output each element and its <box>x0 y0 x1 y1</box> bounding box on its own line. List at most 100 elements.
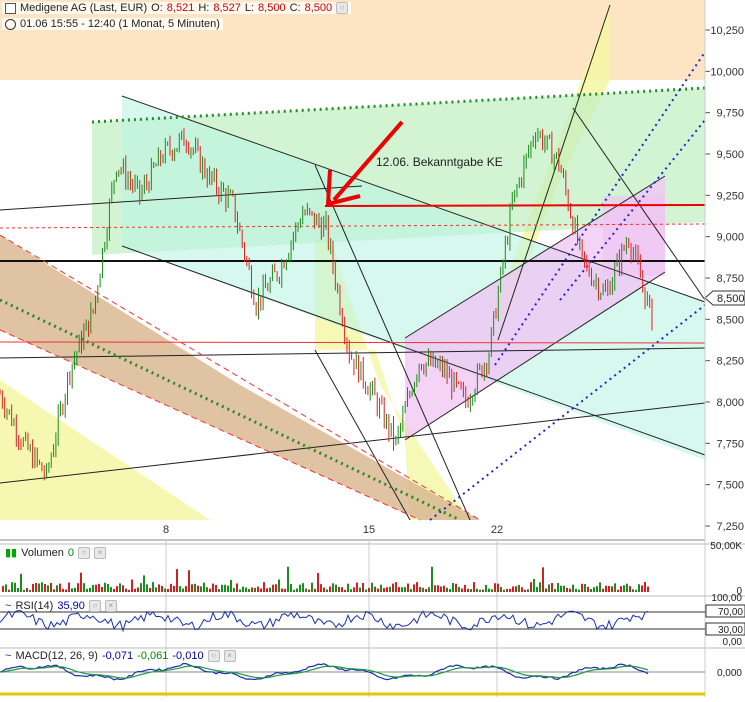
volume-bar <box>575 588 577 592</box>
volume-bar <box>620 586 622 592</box>
volume-bar <box>209 588 211 592</box>
volume-bar <box>2 585 4 592</box>
volume-bar <box>608 586 610 592</box>
chart-type-icon[interactable] <box>5 2 16 14</box>
volume-bar <box>371 582 373 592</box>
macd-value: -0,071 <box>101 650 134 662</box>
volume-bar <box>122 585 124 592</box>
volume-bar <box>110 587 112 592</box>
high-value: 8,527 <box>213 2 241 14</box>
volume-bar <box>71 588 73 592</box>
volume-bar <box>578 589 580 592</box>
volume-bar <box>491 589 493 592</box>
volume-bar <box>611 586 613 592</box>
volume-bar <box>215 584 217 592</box>
chart-canvas: 12.06. Bekanntgabe KE 10,250 10,000 9,750 9… <box>0 0 745 697</box>
macd-close-icon[interactable]: × <box>223 650 236 662</box>
volume-bar <box>602 588 604 592</box>
volume-scale-top: 50,00K <box>710 541 742 552</box>
volume-bar <box>515 586 517 592</box>
volume-bar <box>170 583 172 592</box>
volume-bar <box>458 586 460 592</box>
volume-bar <box>581 583 583 592</box>
rsi-level-0-label: 0,00 <box>723 637 743 648</box>
volume-bar <box>641 585 643 592</box>
volume-bar <box>260 588 262 592</box>
volume-bar <box>53 589 55 592</box>
volume-bar <box>437 585 439 592</box>
volume-bar <box>605 585 607 592</box>
volume-bar <box>335 584 337 592</box>
volume-bar <box>272 584 274 592</box>
open-label: O: <box>151 2 163 14</box>
volume-bar <box>176 569 178 592</box>
volume-bar <box>308 589 310 592</box>
volume-bar <box>323 587 325 592</box>
volume-bar <box>56 585 58 592</box>
volume-bar <box>11 582 13 592</box>
volume-bar <box>152 582 154 592</box>
volume-bar <box>584 583 586 592</box>
volume-bar <box>125 588 127 592</box>
volume-bar <box>596 586 598 592</box>
price-tick-label: 7,250 <box>716 521 744 533</box>
volume-bar <box>50 582 52 592</box>
volume-bar <box>236 583 238 592</box>
volume-bar <box>551 583 553 592</box>
volume-bar <box>488 588 490 592</box>
volume-bar <box>182 588 184 592</box>
volume-bar <box>302 583 304 592</box>
volume-bar <box>29 589 31 592</box>
low-label: L: <box>244 2 255 14</box>
volume-bar <box>320 584 322 592</box>
volume-bar <box>341 587 343 592</box>
clock-icon[interactable] <box>5 18 16 30</box>
settings-toggle-icon[interactable]: ○ <box>336 2 349 14</box>
volume-bar <box>503 589 505 592</box>
volume-bar <box>350 589 352 592</box>
x-tick-label: 8 <box>163 524 169 536</box>
rsi-settings-icon[interactable]: ○ <box>88 600 101 612</box>
volume-bar <box>65 589 67 592</box>
volume-bar <box>86 588 88 592</box>
volume-bar <box>332 583 334 592</box>
volume-bar <box>167 588 169 592</box>
volume-bar <box>137 587 139 592</box>
volume-bar <box>383 588 385 592</box>
volume-bar <box>545 588 547 592</box>
low-value: 8,500 <box>258 2 286 14</box>
volume-bar <box>344 589 346 592</box>
volume-bar <box>398 587 400 592</box>
volume-bar <box>587 586 589 592</box>
volume-value: 0 <box>67 546 75 559</box>
volume-bars-icon: ▮▮ <box>5 547 18 559</box>
price-tick-label: 8,500 <box>716 314 744 326</box>
volume-bar <box>203 582 205 592</box>
volume-bar <box>311 582 313 592</box>
rsi-level-100-label: 100,00 <box>711 593 742 604</box>
volume-bar <box>644 582 646 592</box>
volume-bar <box>113 588 115 592</box>
volume-bar <box>287 566 289 592</box>
volume-bar <box>443 585 445 592</box>
open-value: 8,521 <box>166 2 195 14</box>
price-tick-label: 9,500 <box>716 149 744 161</box>
volume-bar <box>83 583 85 592</box>
macd-settings-icon[interactable]: ○ <box>207 650 220 662</box>
volume-settings-icon[interactable]: ○ <box>78 546 91 559</box>
timeframe-text: 01.06 15:55 - 12:40 (1 Monat, 5 Minuten) <box>20 18 220 30</box>
volume-bar <box>623 585 625 592</box>
price-tick-label: 7,500 <box>716 480 744 492</box>
volume-bar <box>497 583 499 592</box>
volume-bar <box>533 578 535 592</box>
volume-bar <box>509 588 511 592</box>
volume-bar <box>410 589 412 592</box>
volume-bar <box>539 582 541 592</box>
volume-bar <box>356 582 358 592</box>
volume-bar <box>293 589 295 592</box>
rsi-close-icon[interactable]: × <box>104 600 117 612</box>
volume-bar <box>635 589 637 592</box>
volume-bar <box>560 585 562 592</box>
volume-bar <box>362 582 364 592</box>
volume-close-icon[interactable]: × <box>94 546 107 559</box>
